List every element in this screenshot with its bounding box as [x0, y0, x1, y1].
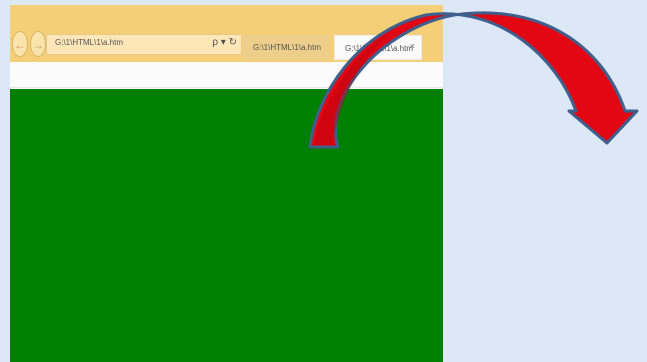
curved-arrow-shape	[308, 11, 639, 149]
curved-arrow-icon	[308, 11, 639, 149]
